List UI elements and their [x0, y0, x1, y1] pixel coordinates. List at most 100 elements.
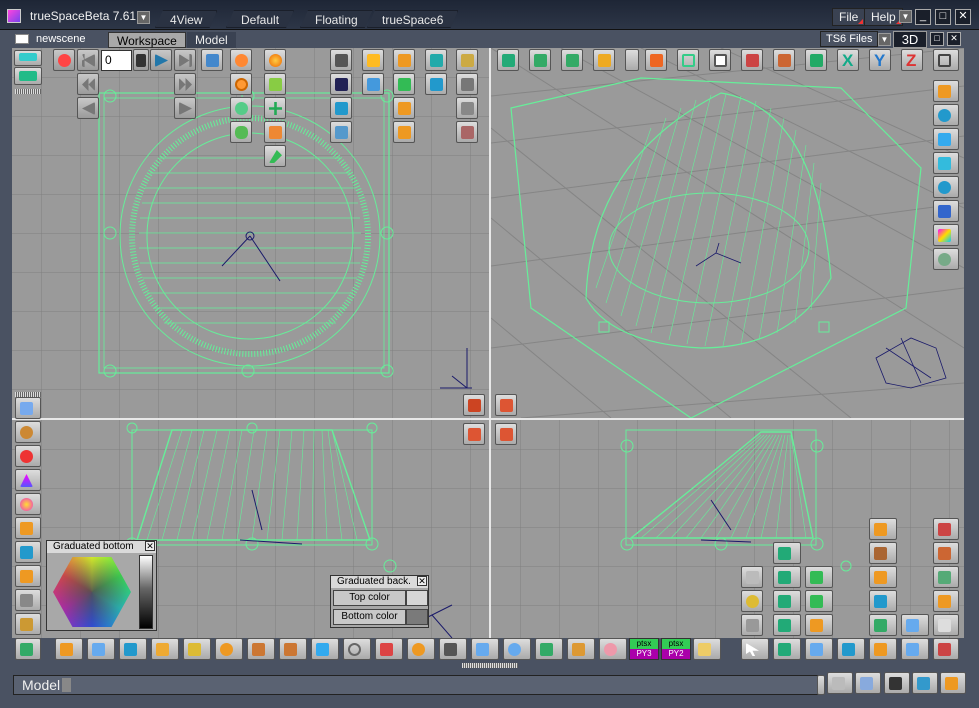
arrow-pointer-icon[interactable] — [741, 638, 769, 660]
export-list-icon[interactable] — [456, 97, 478, 119]
rewind-icon[interactable] — [77, 73, 99, 95]
menu-dropdown-button[interactable]: ▼ — [899, 10, 912, 23]
green-box-icon[interactable] — [805, 566, 833, 588]
tile-grid-icon[interactable] — [805, 638, 833, 660]
layout-dropdown-button[interactable]: ▼ — [137, 11, 150, 24]
home-icon[interactable] — [495, 394, 517, 416]
render-view-icon[interactable] — [463, 394, 485, 416]
pin-tool-icon[interactable] — [439, 638, 467, 660]
gears-icon[interactable] — [183, 638, 211, 660]
tray-image-icon[interactable] — [827, 672, 853, 694]
sphere-mesh-icon[interactable] — [503, 638, 531, 660]
object-nav-icon[interactable] — [773, 542, 801, 564]
ptsx-py2-button[interactable]: ptsx PY2 — [661, 638, 691, 660]
scatter-icon[interactable] — [869, 614, 897, 636]
list-icon[interactable] — [741, 566, 763, 588]
light-cone-icon[interactable] — [15, 469, 41, 491]
y-axis-icon[interactable]: Y — [869, 49, 891, 71]
material-paint-icon[interactable] — [933, 176, 959, 198]
brick-wall-icon[interactable] — [933, 542, 959, 564]
tab-model[interactable]: Model — [187, 32, 236, 48]
molecule-icon[interactable] — [15, 445, 41, 467]
tab-floating[interactable]: Floating — [300, 10, 373, 28]
top-color-button[interactable]: Top color — [333, 590, 406, 606]
palette-icon[interactable] — [407, 638, 435, 660]
frame-stepper[interactable] — [133, 49, 149, 71]
axes-icon[interactable] — [805, 49, 827, 71]
heart-shape-icon[interactable] — [343, 638, 371, 660]
previous-frame-icon[interactable] — [77, 97, 99, 119]
net-icon[interactable] — [247, 638, 275, 660]
vertex-tool-icon[interactable] — [230, 49, 252, 71]
tray-sphere-icon[interactable] — [940, 672, 966, 694]
axis-tool-icon[interactable] — [264, 97, 286, 119]
bottom-color-swatch[interactable] — [406, 609, 428, 625]
perspective-viewport[interactable] — [491, 48, 964, 418]
sweep-tool-icon[interactable] — [230, 97, 252, 119]
file-menu[interactable]: File — [832, 8, 866, 26]
grid-plane-icon[interactable] — [567, 638, 595, 660]
rotate-cube-icon[interactable] — [425, 73, 447, 95]
recycle-icon[interactable] — [15, 638, 41, 660]
next-frame-icon[interactable] — [174, 97, 196, 119]
hammer-orange-icon[interactable] — [869, 518, 897, 540]
no-material-icon[interactable] — [933, 200, 959, 222]
hue-hexagon[interactable] — [53, 557, 131, 627]
go-to-start-icon[interactable] — [77, 49, 99, 71]
minimize-button[interactable]: _ — [915, 9, 931, 25]
color-picker-icon[interactable] — [933, 224, 959, 246]
boolean-icon[interactable] — [362, 73, 384, 95]
animation-editor-icon[interactable] — [201, 49, 223, 71]
material-cube-icon[interactable] — [933, 80, 959, 102]
material-sphere-icon[interactable] — [933, 104, 959, 126]
no-arrow-icon[interactable] — [869, 638, 897, 660]
graduated-bottom-close-icon[interactable]: ✕ — [145, 541, 155, 551]
z-axis-icon[interactable]: Z — [901, 49, 923, 71]
home-view-icon[interactable] — [741, 49, 763, 71]
blue-platform-icon[interactable] — [837, 638, 865, 660]
brush-icon[interactable] — [15, 613, 41, 635]
pencil-edit-icon[interactable] — [805, 590, 833, 612]
group-objects-icon[interactable] — [15, 541, 41, 563]
top-color-swatch[interactable] — [406, 590, 428, 606]
split-view-icon[interactable] — [933, 614, 959, 636]
bottom-cube-icon[interactable] — [55, 638, 83, 660]
add-object-icon[interactable] — [14, 67, 42, 85]
frame-number-field[interactable]: 0 — [101, 50, 132, 71]
toolbar-grip[interactable] — [15, 89, 41, 94]
checklist-icon[interactable] — [933, 518, 959, 540]
floor-icon[interactable] — [773, 49, 795, 71]
nav-group-icon[interactable] — [773, 590, 801, 612]
home-bottom-icon[interactable] — [495, 423, 517, 445]
chain-icon[interactable] — [279, 638, 307, 660]
select-object-icon[interactable] — [14, 50, 42, 66]
cube-primitive-icon[interactable] — [330, 97, 352, 119]
stack-icon[interactable] — [151, 638, 179, 660]
hand-pointer-icon[interactable] — [693, 638, 721, 660]
sphere-gray-icon[interactable] — [741, 590, 763, 612]
object-library-icon[interactable] — [362, 49, 384, 71]
brightness-slider[interactable] — [139, 555, 153, 629]
rotate-blue-icon[interactable] — [869, 590, 897, 612]
go-to-end-icon[interactable] — [174, 49, 196, 71]
teal-cube-icon[interactable] — [425, 49, 447, 71]
tray-camera-icon[interactable] — [884, 672, 910, 694]
wave-surface-icon[interactable] — [471, 638, 499, 660]
fast-forward-icon[interactable] — [174, 73, 196, 95]
script-edit-icon[interactable] — [456, 49, 478, 71]
ts6-dropdown-button[interactable]: ▼ — [878, 33, 891, 46]
wire-cube-icon[interactable] — [677, 49, 699, 71]
record-list-icon[interactable] — [456, 121, 478, 143]
tab-truespace6[interactable]: trueSpace6 — [367, 10, 458, 28]
skeleton-icon[interactable] — [535, 638, 563, 660]
status-field[interactable] — [13, 675, 823, 695]
pin-icon[interactable] — [593, 49, 615, 71]
cube-yellow-icon[interactable] — [869, 566, 897, 588]
play-icon[interactable] — [150, 49, 172, 71]
list-arrow-icon[interactable] — [456, 73, 478, 95]
nav-cube-icon[interactable] — [773, 566, 801, 588]
bottom-toolbar-grip[interactable] — [462, 663, 518, 668]
tray-grid-icon[interactable] — [855, 672, 881, 694]
paint-bucket-icon[interactable] — [311, 638, 339, 660]
delete-split-icon[interactable] — [933, 638, 959, 660]
